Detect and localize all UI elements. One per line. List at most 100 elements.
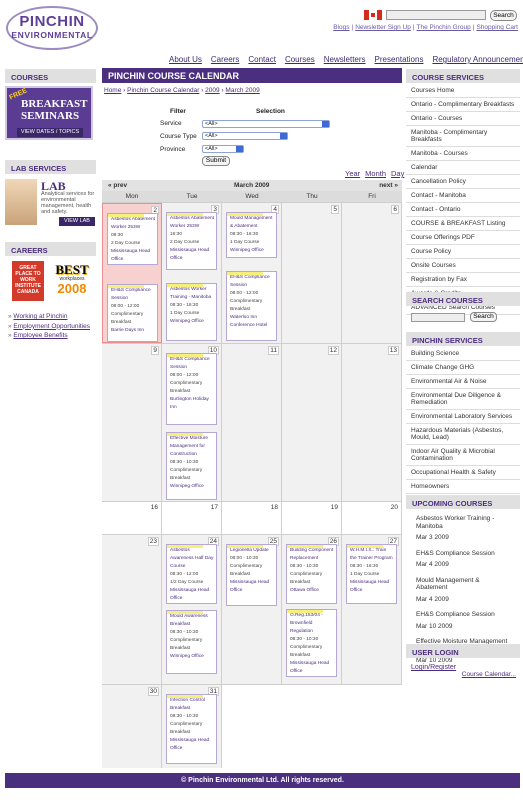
event-title[interactable]: Legionella Update <box>230 547 274 555</box>
day-number[interactable]: 11 <box>268 346 279 355</box>
event-title[interactable]: W.H.M.I.S.: Train the Trainer Program <box>350 547 394 563</box>
calendar-day[interactable]: 31 Infection Control Breakfast 08:30 - 10:… <box>162 685 222 768</box>
calendar-day[interactable]: 10 EH&S Compliance Session 08:00 - 12:00 Co… <box>162 344 222 501</box>
upcoming-course-title[interactable]: Mould Management & Abatement <box>411 575 515 594</box>
day-number[interactable]: 6 <box>391 205 399 214</box>
pinchin-services-item[interactable]: Environmental Laboratory Services <box>406 410 520 424</box>
upcoming-course-item[interactable]: EH&S Compliance Session Mar 4 2009 <box>406 546 520 573</box>
calendar-event[interactable]: Mould Management & Abatement 08:30 - 16:3… <box>226 212 277 258</box>
calendar-day[interactable]: 11 <box>222 344 282 501</box>
login-register-link[interactable]: Login/Register <box>411 664 456 671</box>
pinchin-services-item[interactable]: Occupational Health & Safety <box>406 466 520 480</box>
calendar-event[interactable]: Asbestos Abatement Worker 253W 08:30 2 Day… <box>107 213 158 265</box>
day-number[interactable]: 9 <box>151 346 159 355</box>
calendar-event[interactable]: W.H.M.I.S.: Train the Trainer Program 08:… <box>346 544 397 604</box>
pinchin-services-item[interactable]: Hazardous Materials (Asbestos, Mould, Le… <box>406 424 520 445</box>
course-services-item[interactable]: Course Policy <box>406 245 520 259</box>
pinchin-services-item[interactable]: Indoor Air Quality & Microbial Contamina… <box>406 445 520 466</box>
calendar-day[interactable]: 6 <box>342 203 402 343</box>
day-number[interactable]: 12 <box>327 346 339 355</box>
day-number[interactable]: 13 <box>387 346 399 355</box>
calendar-day[interactable]: 20 <box>342 502 402 534</box>
event-title[interactable]: Building Component Replacement <box>290 547 334 563</box>
pinchin-services-item[interactable]: Building Science <box>406 347 520 361</box>
event-title[interactable]: Mould Awareness Breakfast <box>170 613 214 629</box>
course-services-item[interactable]: Cancellation Policy <box>406 175 520 189</box>
course-services-item[interactable]: Courses Home <box>406 84 520 98</box>
calendar-day[interactable]: 18 <box>222 502 282 534</box>
course-search-input[interactable] <box>411 313 465 322</box>
nav-contact[interactable]: Contact <box>248 55 276 64</box>
calendar-day[interactable]: 27 W.H.M.I.S.: Train the Trainer Program 0… <box>342 535 402 684</box>
event-title[interactable]: Mould Management & Abatement <box>230 215 274 231</box>
calendar-event[interactable]: O.Reg.153/04 - Brownfield Regulation 08:3… <box>286 609 337 677</box>
calendar-day[interactable]: 12 <box>282 344 342 501</box>
pinchin-services-item[interactable]: Climate Change GHG <box>406 361 520 375</box>
course-services-item[interactable]: Ontario - Courses <box>406 112 520 126</box>
upcoming-course-item[interactable]: EH&S Compliance Session Mar 10 2009 <box>406 607 520 634</box>
event-title[interactable]: Asbestos Worker Training - Manitoba <box>170 286 214 302</box>
calendar-day[interactable]: 9 <box>102 344 162 501</box>
day-number[interactable]: 18 <box>270 504 279 511</box>
calendar-event[interactable]: Asbestos Awareness Half Day Course 08:30 … <box>166 544 217 604</box>
calendar-event[interactable]: Legionella Update 08:00 - 10:30 Compliment… <box>226 544 277 606</box>
calendar-day[interactable]: 2 Asbestos Abatement Worker 253W 08:30 2 Da… <box>102 203 162 343</box>
calendar-day[interactable]: 3 Asbestos Abatement Worker 253W 16:30 2 Da… <box>162 203 222 343</box>
course-type-select[interactable]: <All> <box>202 132 288 140</box>
event-title[interactable]: Infection Control Breakfast <box>170 697 214 713</box>
calendar-event[interactable]: Mould Awareness Breakfast 08:30 - 10:30 Co… <box>166 610 217 674</box>
calendar-event[interactable]: EH&S Compliance Session 08:00 - 12:00 Comp… <box>166 353 217 425</box>
prev-month-link[interactable]: « prev <box>108 182 127 189</box>
calendar-day[interactable]: 13 <box>342 344 402 501</box>
pinchin-services-item[interactable]: Environmental Due Diligence & Remediatio… <box>406 389 520 410</box>
working-at-pinchin-link[interactable]: Working at Pinchin <box>13 313 67 320</box>
site-search-input[interactable] <box>386 10 486 20</box>
pinchin-group-link[interactable]: The Pinchin Group <box>417 24 471 31</box>
pinchin-services-item[interactable]: Homeowners <box>406 480 520 494</box>
submit-button[interactable]: Submit <box>202 156 230 166</box>
canada-flag-icon[interactable] <box>364 10 382 20</box>
course-services-item[interactable]: Calendar <box>406 161 520 175</box>
calendar-day[interactable]: 5 <box>282 203 342 343</box>
view-day[interactable]: Day <box>391 169 404 178</box>
breadcrumb-calendar[interactable]: Pinchin Course Calendar <box>127 87 199 94</box>
course-services-item[interactable]: Manitoba - Complimentary Breakfasts <box>406 126 520 147</box>
calendar-day[interactable]: 30 <box>102 685 162 768</box>
event-title[interactable]: O.Reg.153/04 - Brownfield Regulation <box>290 612 334 636</box>
calendar-day[interactable]: 16 <box>102 502 162 534</box>
calendar-day[interactable]: 19 <box>282 502 342 534</box>
event-title[interactable]: Asbestos Abatement Worker 253W <box>111 216 155 232</box>
calendar-event[interactable]: EH&S Compliance Session 08:00 - 12:00 Comp… <box>226 271 277 341</box>
day-number[interactable]: 5 <box>331 205 339 214</box>
day-number[interactable]: 19 <box>330 504 339 511</box>
calendar-event[interactable]: Effective Moisture Management for Constr… <box>166 432 217 500</box>
event-title[interactable]: Asbestos Abatement Worker 253W <box>170 215 214 231</box>
day-number[interactable]: 30 <box>147 687 159 696</box>
breadcrumb-year[interactable]: 2009 <box>205 87 219 94</box>
view-year[interactable]: Year <box>345 169 360 178</box>
service-select[interactable]: <All> <box>202 120 330 128</box>
breadcrumb-home[interactable]: Home <box>104 87 121 94</box>
calendar-day[interactable]: 23 <box>102 535 162 684</box>
course-services-item[interactable]: Manitoba - Courses <box>406 147 520 161</box>
event-title[interactable]: EH&S Compliance Session <box>111 287 155 303</box>
calendar-event[interactable]: EH&S Compliance Session 08:00 - 12:00 Comp… <box>107 284 158 342</box>
course-services-item[interactable]: Registration by Fax <box>406 273 520 287</box>
event-title[interactable]: Effective Moisture Management for Constr… <box>170 435 214 459</box>
calendar-day[interactable]: 26 Building Component Replacement 08:30 - … <box>282 535 342 684</box>
upcoming-course-title[interactable]: Asbestos Worker Training - Manitoba <box>411 513 515 532</box>
upcoming-course-title[interactable]: EH&S Compliance Session <box>411 609 515 621</box>
calendar-day[interactable]: 24 Asbestos Awareness Half Day Course 08:3… <box>162 535 222 684</box>
calendar-event[interactable]: Building Component Replacement 08:30 - 10… <box>286 544 337 604</box>
calendar-day[interactable]: 4 Mould Management & Abatement 08:30 - 16:… <box>222 203 282 343</box>
day-number[interactable]: 23 <box>147 537 159 546</box>
calendar-day[interactable]: 25 Legionella Update 08:00 - 10:30 Complime… <box>222 535 282 684</box>
nav-regulatory-announcements[interactable]: Regulatory Announcements <box>432 55 523 64</box>
calendar-event[interactable]: Asbestos Worker Training - Manitoba 08:30… <box>166 283 217 341</box>
lab-banner[interactable]: LAB Analytical services for environmenta… <box>5 177 96 231</box>
course-services-item[interactable]: Ontario - Complimentary Breakfasts <box>406 98 520 112</box>
nav-newsletters[interactable]: Newsletters <box>324 55 366 64</box>
nav-courses[interactable]: Courses <box>285 55 315 64</box>
province-select[interactable]: <All> <box>202 145 244 153</box>
upcoming-course-item[interactable]: Mould Management & Abatement Mar 4 2009 <box>406 573 520 608</box>
